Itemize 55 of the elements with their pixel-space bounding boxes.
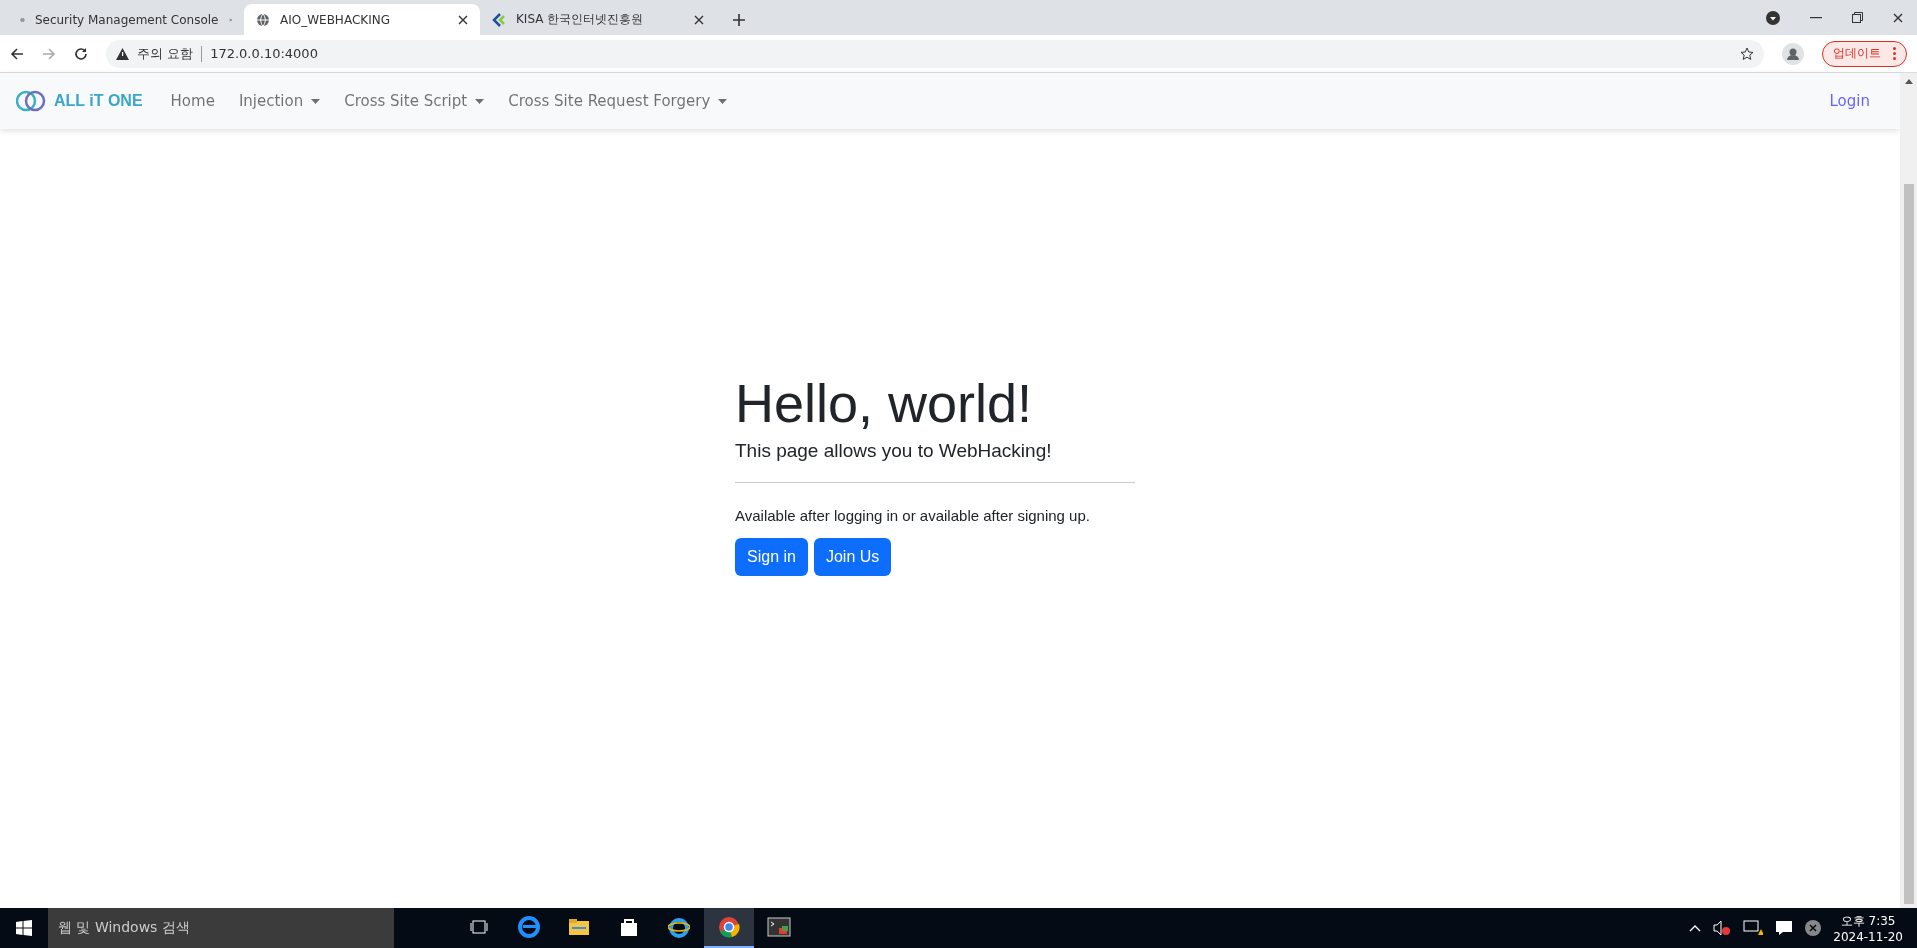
hero-lead: This page allows you to WebHacking! — [735, 439, 1053, 462]
chrome-icon — [718, 916, 740, 938]
notification-icon[interactable] — [1775, 920, 1794, 936]
clock-time: 오후 7:35 — [1840, 912, 1896, 930]
scrollbar-thumb[interactable] — [1903, 184, 1914, 904]
nav-link[interactable]: Cross Site Request Forgery — [500, 84, 736, 118]
folder-icon — [568, 918, 590, 936]
clock[interactable]: 오후 7:35 2024-11-20 — [1833, 912, 1903, 944]
minimize-icon[interactable] — [1810, 16, 1822, 19]
browser-tab[interactable]: KISA 한국인터넷진흥원 — [480, 4, 716, 35]
close-window-icon[interactable] — [1893, 12, 1903, 23]
browser-tab[interactable]: AIO_WEBHACKING — [244, 4, 480, 35]
scroll-up-icon[interactable] — [1904, 79, 1913, 84]
profile-icon[interactable] — [1782, 42, 1804, 65]
clock-date: 2024-11-20 — [1833, 929, 1903, 944]
network-warning-icon[interactable] — [1743, 920, 1764, 936]
tab-title: KISA 한국인터넷진흥원 — [516, 11, 645, 28]
windows-logo-icon — [16, 920, 32, 936]
rings-logo-icon — [16, 90, 46, 112]
scrollbar[interactable] — [1900, 73, 1917, 908]
back-icon[interactable] — [10, 46, 24, 61]
task-view-icon — [470, 920, 488, 934]
nav-link[interactable]: Home — [162, 84, 223, 118]
taskbar-app-button[interactable] — [704, 908, 754, 948]
hero-button[interactable]: Sign in — [735, 537, 808, 576]
reload-icon[interactable] — [74, 46, 88, 61]
hero-title: Hello, world! — [735, 371, 1034, 434]
letter-e-ring-icon — [668, 916, 690, 938]
hero-text: Available after logging in or available after signing up. — [735, 506, 1091, 524]
taskbar-search-field[interactable]: 웹 및 Windows 검색 — [48, 908, 394, 948]
security-label: 주의 요함 — [137, 44, 194, 63]
nav-link[interactable]: Injection — [230, 84, 329, 118]
star-icon[interactable] — [1740, 46, 1754, 61]
brand-name[interactable]: ALL iT ONE — [54, 92, 143, 110]
warning-icon — [116, 47, 129, 60]
url-text: 172.0.0.10:4000 — [210, 46, 318, 61]
terminal-window-icon — [767, 917, 791, 937]
nav-link[interactable]: Cross Site Script — [336, 84, 493, 118]
tab-title: AIO_WEBHACKING — [280, 12, 391, 27]
plus-icon — [733, 13, 745, 26]
tab-title: Security Management Console — [34, 12, 219, 27]
restore-icon[interactable] — [1852, 12, 1863, 23]
browser-tab[interactable]: Security Management Console — [8, 4, 244, 35]
tab-search-icon[interactable] — [1766, 10, 1780, 25]
speaker-muted-icon[interactable] — [1713, 920, 1732, 936]
login-link[interactable]: Login — [1829, 92, 1870, 110]
shopping-bag-icon — [619, 917, 639, 937]
address-bar[interactable]: 주의 요함 172.0.0.10:4000 — [106, 39, 1764, 68]
hero-button[interactable]: Join Us — [813, 537, 892, 576]
more-icon — [1893, 47, 1896, 60]
chevron-logo-icon — [492, 12, 506, 27]
chevron-up-icon[interactable] — [1689, 924, 1702, 932]
close-circle-icon[interactable] — [1805, 920, 1822, 936]
update-button[interactable]: 업데이트 — [1822, 40, 1907, 67]
letter-e-icon — [518, 916, 540, 938]
